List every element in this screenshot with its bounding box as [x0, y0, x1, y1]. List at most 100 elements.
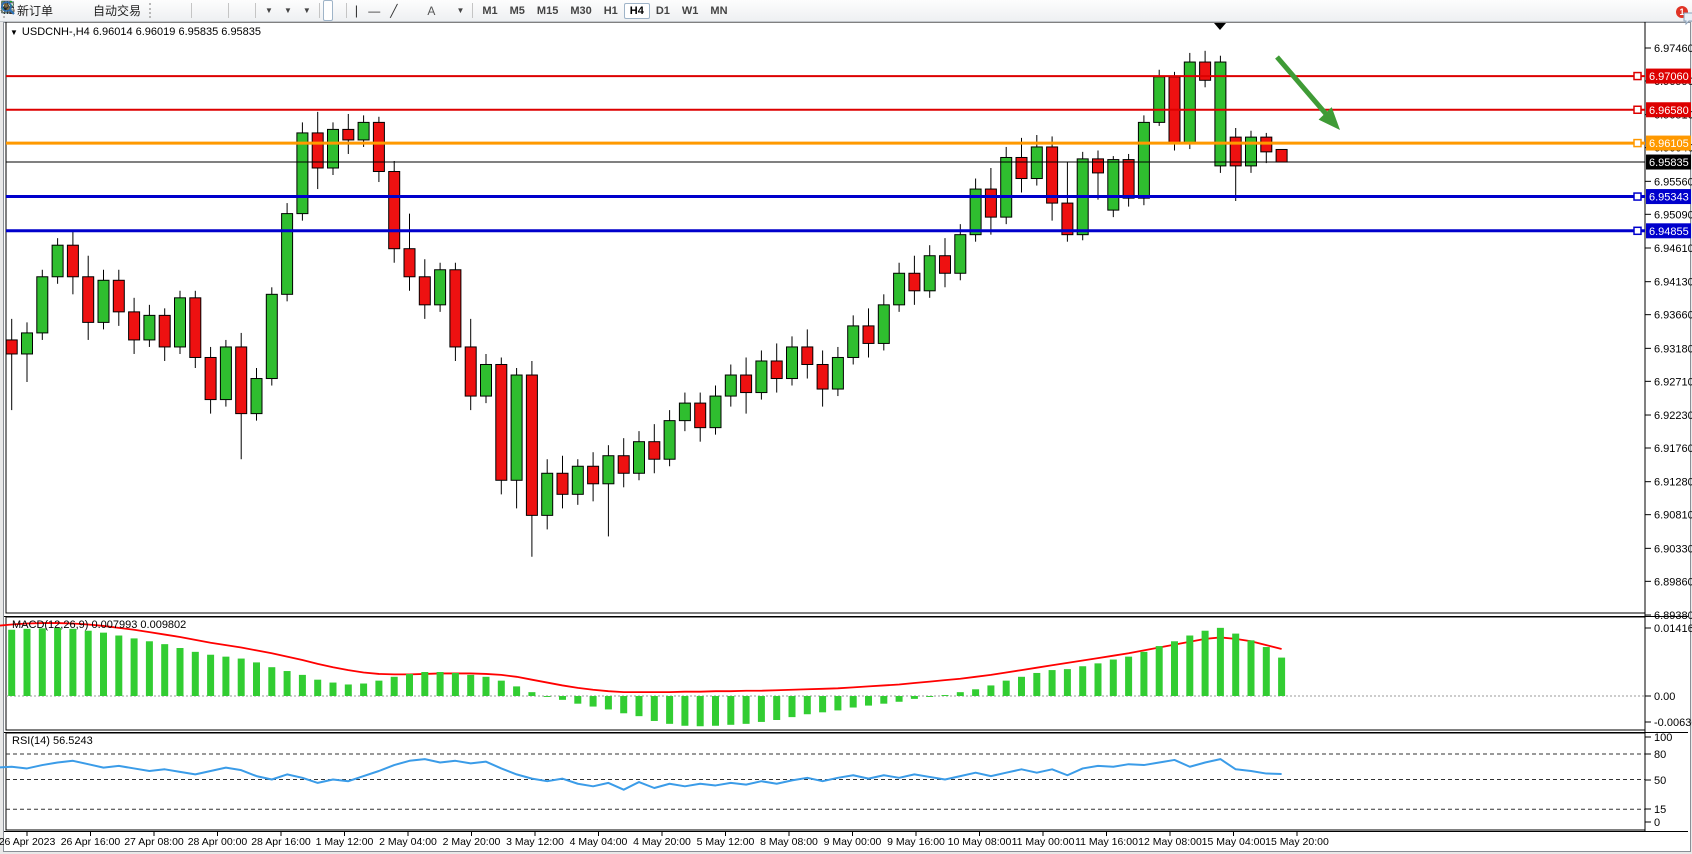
fibonacci-tool-button[interactable]: F	[412, 0, 422, 21]
timeframe-button-h1[interactable]: H1	[598, 3, 624, 19]
candle	[129, 312, 140, 340]
time-tick-label: 1 May 12:00	[316, 836, 374, 848]
chart-title: ▼ USDCNH-,H4 6.96014 6.96019 6.95835 6.95…	[10, 26, 261, 38]
candle	[1108, 160, 1119, 211]
chart-title-text: USDCNH-,H4 6.96014 6.96019 6.95835 6.958…	[22, 26, 261, 38]
line-handle[interactable]	[1634, 73, 1641, 80]
toolbar-grip[interactable]	[149, 3, 155, 18]
line-handle[interactable]	[1634, 227, 1641, 234]
auto-scroll-button[interactable]	[232, 0, 242, 21]
candle	[435, 270, 446, 305]
time-tick-label: 26 Apr 2023	[0, 836, 55, 848]
rsi-axis-label: 50	[1654, 775, 1666, 787]
signals-button[interactable]	[78, 0, 88, 21]
price-tag-label: 6.95343	[1649, 192, 1689, 204]
time-tick-label: 26 Apr 16:00	[61, 836, 121, 848]
zoom-in-button[interactable]	[195, 0, 205, 21]
terminal-button[interactable]	[68, 0, 78, 21]
zoom-out-button[interactable]	[205, 0, 215, 21]
price-tick-label: 6.93180	[1654, 343, 1692, 355]
candle	[526, 375, 537, 515]
candle	[664, 421, 675, 460]
chart-canvas[interactable]: 6.974606.969906.965106.960406.955606.950…	[0, 0, 1692, 854]
candle	[725, 375, 736, 396]
price-tick-label: 6.91280	[1654, 477, 1692, 489]
macd-axis-label: -0.006363	[1654, 717, 1692, 729]
toolbar-separator	[255, 3, 256, 18]
timeframe-button-m5[interactable]: M5	[504, 3, 531, 19]
toolbar-separator	[228, 3, 229, 18]
rsi-axis-label: 100	[1654, 732, 1672, 744]
candle	[144, 315, 155, 340]
time-tick-label: 11 May 00:00	[1012, 836, 1075, 848]
trendline-tool-button[interactable]: ╱	[385, 0, 402, 21]
rsi-axis-label: 0	[1654, 817, 1660, 829]
timeframe-button-d1[interactable]: D1	[650, 3, 676, 19]
horizontal-line-tool-button[interactable]: —	[363, 0, 385, 21]
price-tick-label: 6.95090	[1654, 209, 1692, 221]
timeframe-button-mn[interactable]: MN	[704, 3, 733, 19]
periods-button[interactable]: ▼	[278, 0, 297, 21]
time-tick-label: 9 May 16:00	[887, 836, 945, 848]
candle	[1093, 159, 1104, 173]
time-tick-label: 4 May 20:00	[633, 836, 691, 848]
channel-tool-button[interactable]: E	[402, 0, 412, 21]
candle	[1016, 157, 1027, 178]
label-tool-button[interactable]: T	[440, 0, 450, 21]
candlestick-mode-button[interactable]	[168, 0, 178, 21]
time-axis[interactable]: 26 Apr 202326 Apr 16:0027 Apr 08:0028 Ap…	[0, 831, 1329, 848]
auto-trading-button[interactable]: 自动交易	[88, 0, 146, 21]
candle	[343, 129, 354, 140]
collapse-triangle-icon[interactable]: ▼	[10, 28, 18, 37]
candle	[756, 361, 767, 393]
candle	[37, 277, 48, 333]
candle	[312, 133, 323, 168]
candle	[863, 326, 874, 344]
crosshair-tool-button[interactable]	[333, 0, 343, 21]
timeframe-button-w1[interactable]: W1	[676, 3, 705, 19]
candle	[511, 375, 522, 480]
price-tag-label: 6.96105	[1649, 138, 1689, 150]
macd-axis-label: 0.014167	[1654, 623, 1692, 635]
timeframe-button-h4[interactable]: H4	[624, 3, 650, 19]
rsi-axis-label: 80	[1654, 749, 1666, 761]
candle	[557, 473, 568, 494]
text-tool-button[interactable]: A	[422, 0, 440, 21]
cursor-tool-button[interactable]	[323, 0, 333, 21]
price-tag-label: 6.96580	[1649, 105, 1689, 117]
line-chart-mode-button[interactable]	[178, 0, 188, 21]
candle	[894, 273, 905, 305]
rsi-indicator-label: RSI(14) 56.5243	[12, 735, 93, 747]
timeframe-group: M1M5M15M30H1H4D1W1MN	[476, 3, 733, 19]
line-handle[interactable]	[1634, 193, 1641, 200]
time-tick-label: 10 May 08:00	[948, 836, 1012, 848]
line-handle[interactable]	[1634, 140, 1641, 147]
dropdown-caret-icon: ▼	[303, 6, 311, 15]
toolbar-separator	[191, 3, 192, 18]
chart-shift-button[interactable]	[242, 0, 252, 21]
timeframe-button-m15[interactable]: M15	[531, 3, 564, 19]
templates-button[interactable]: ▼	[297, 0, 316, 21]
new-order-button[interactable]: 新订单	[12, 0, 58, 21]
market-button[interactable]	[58, 0, 68, 21]
timeframe-button-m30[interactable]: M30	[564, 3, 597, 19]
candle	[236, 347, 247, 414]
candle	[481, 364, 492, 396]
text-tool-icon: A	[427, 4, 435, 18]
candle	[955, 235, 966, 274]
vertical-line-tool-button[interactable]: |	[350, 0, 363, 21]
price-tick-label: 6.94610	[1654, 243, 1692, 255]
time-tick-label: 4 May 04:00	[570, 836, 628, 848]
price-tick-label: 6.93660	[1654, 310, 1692, 322]
price-tick-label: 6.90810	[1654, 510, 1692, 522]
candle	[358, 122, 369, 140]
tile-windows-button[interactable]	[215, 0, 225, 21]
arrows-tool-button[interactable]: ▼	[450, 0, 469, 21]
line-handle[interactable]	[1634, 106, 1641, 113]
bar-chart-mode-button[interactable]	[158, 0, 168, 21]
candle	[83, 277, 94, 323]
indicators-button[interactable]: ▼	[259, 0, 278, 21]
candle	[282, 214, 293, 295]
search-icon[interactable]	[0, 0, 16, 16]
timeframe-button-m1[interactable]: M1	[476, 3, 503, 19]
